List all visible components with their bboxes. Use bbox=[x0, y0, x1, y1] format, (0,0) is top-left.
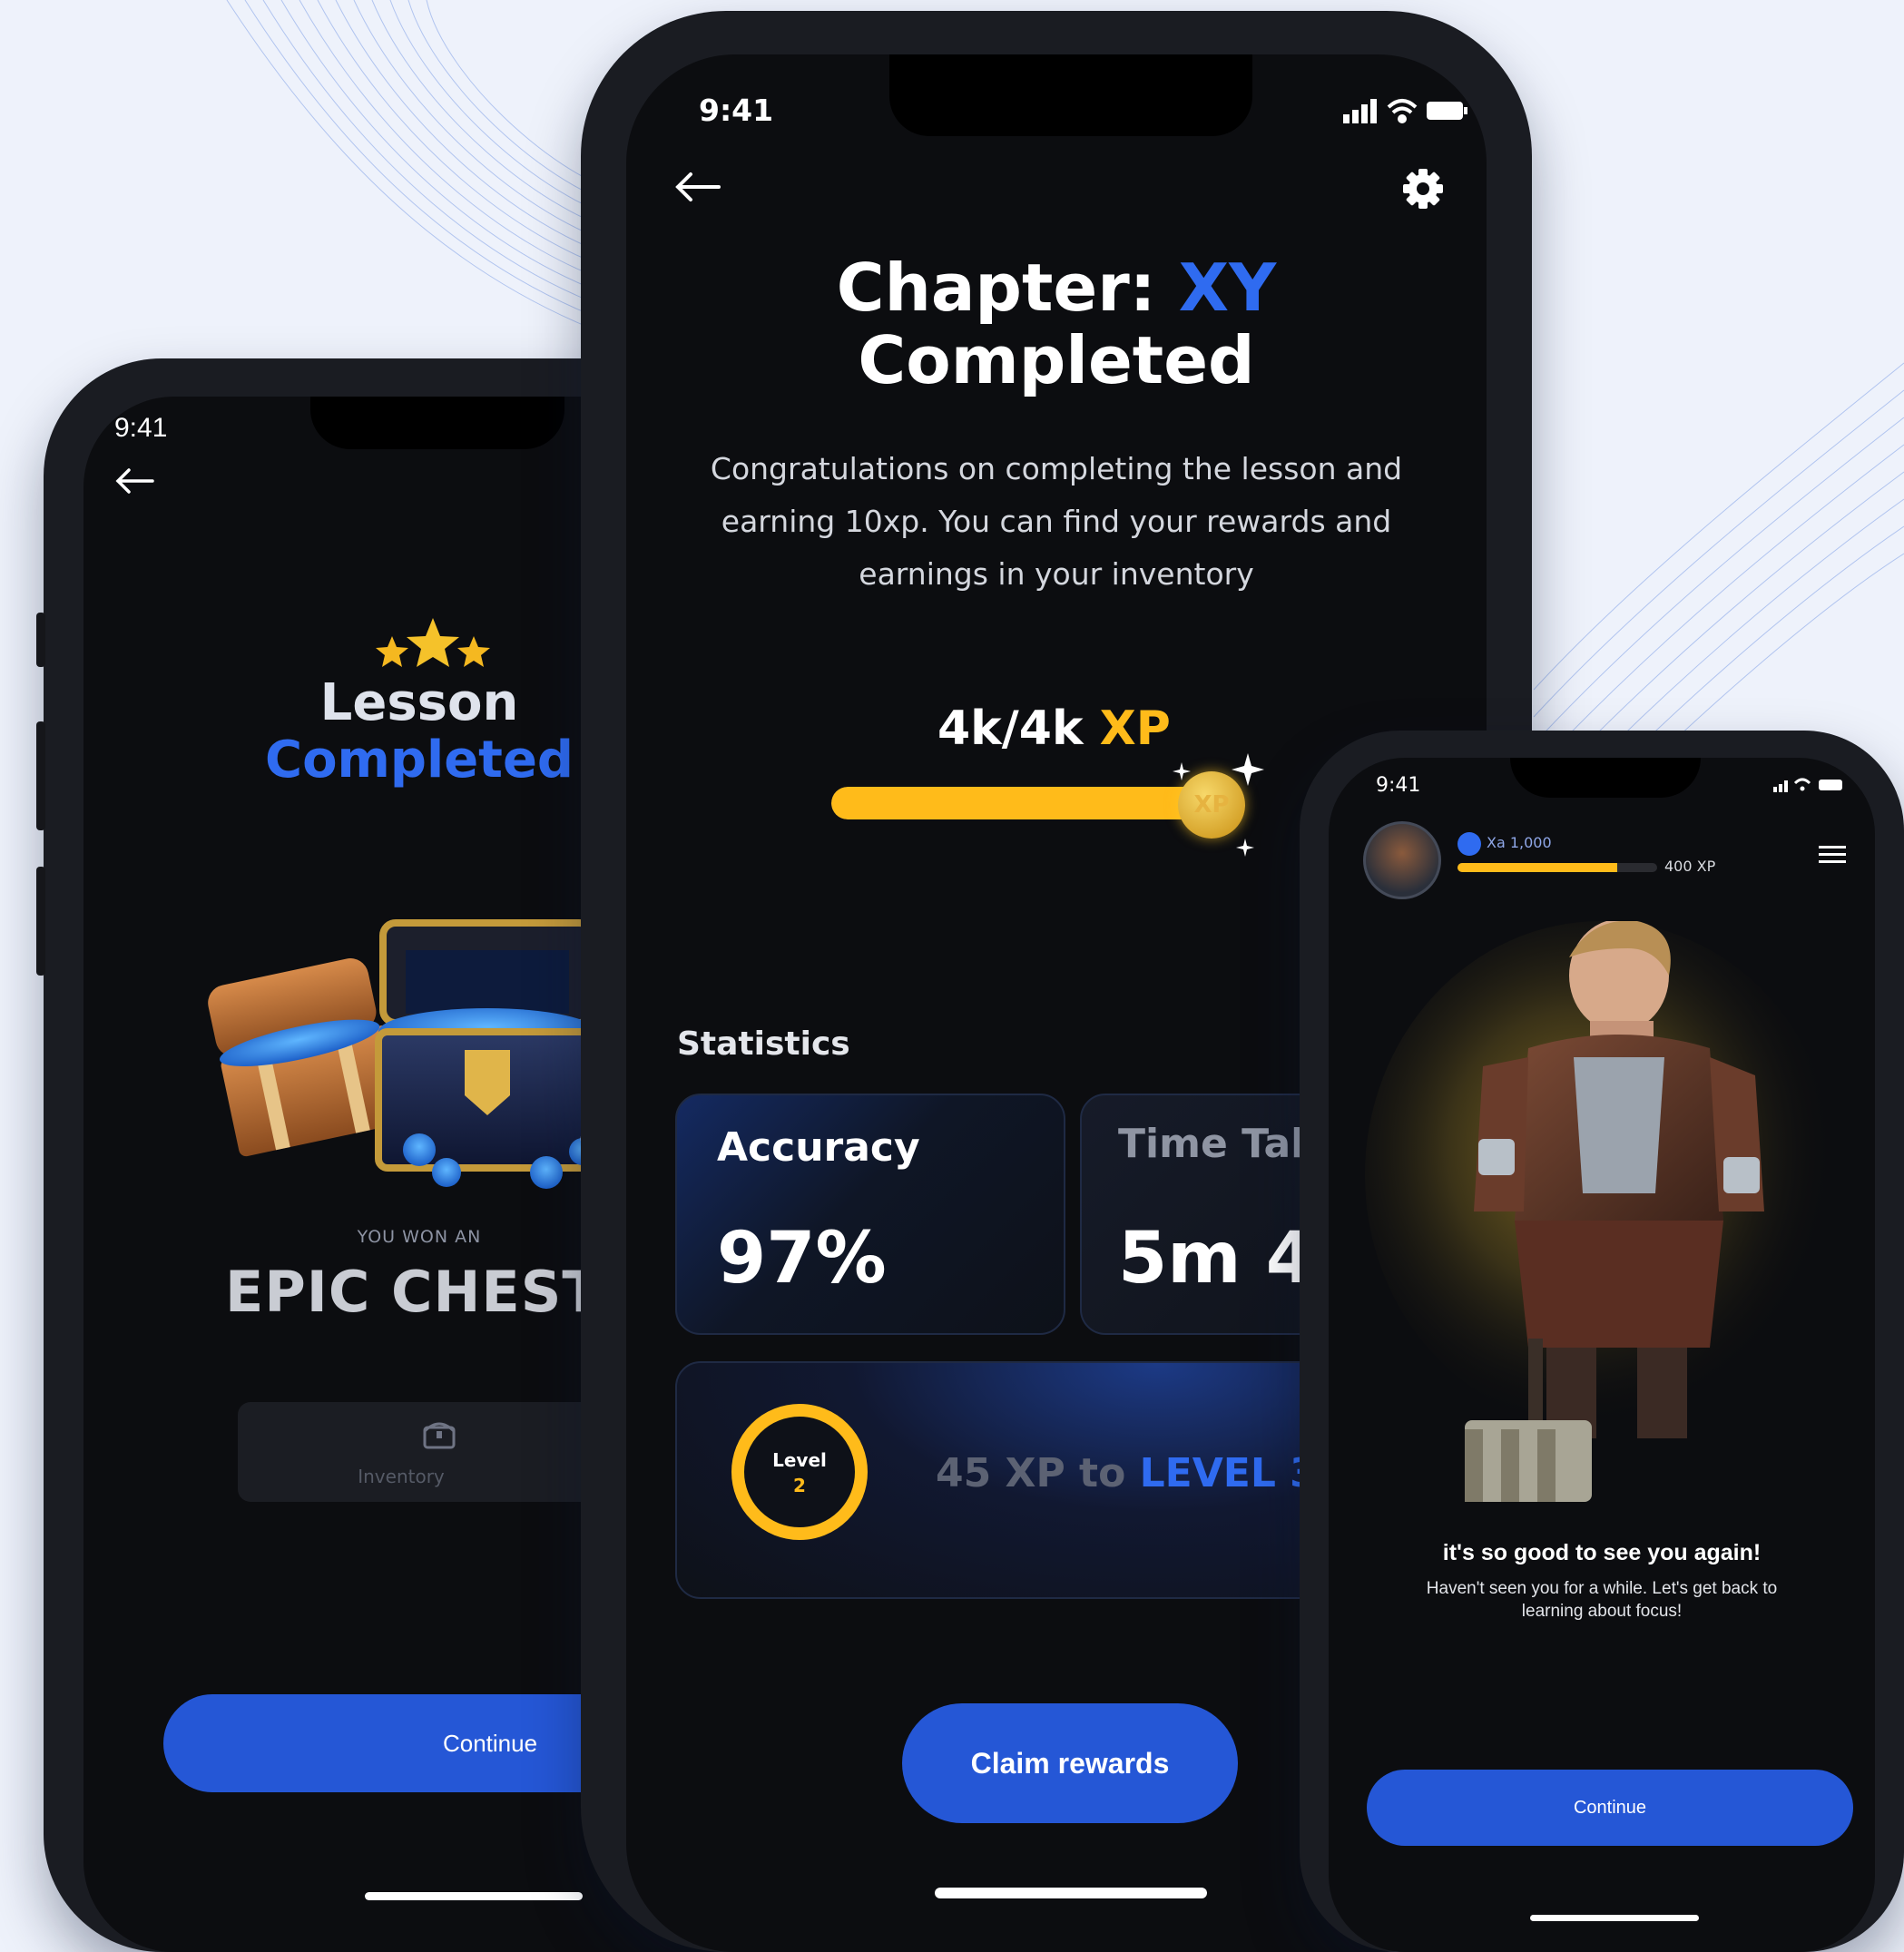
back-arrow-icon[interactable] bbox=[114, 467, 154, 495]
message-line1: Haven't seen you for a while. Let's get … bbox=[1426, 1579, 1778, 1598]
level-progress-text: 45 XP to LEVEL 3 bbox=[936, 1450, 1318, 1496]
xp-bar-track bbox=[1457, 863, 1657, 872]
level-ring: Level 2 bbox=[731, 1404, 868, 1540]
continue-button[interactable]: Continue bbox=[1367, 1770, 1853, 1846]
inventory-label: Inventory bbox=[358, 1466, 445, 1487]
chapter-title-highlight: XY bbox=[1178, 250, 1277, 326]
status-time: 9:41 bbox=[114, 413, 168, 443]
battery-icon bbox=[1427, 102, 1467, 120]
message-line2: learning about focus! bbox=[1521, 1602, 1683, 1621]
status-icons bbox=[1773, 778, 1842, 792]
home-indicator bbox=[935, 1888, 1207, 1898]
chest-icon bbox=[423, 1422, 456, 1449]
accuracy-card: Accuracy 97% bbox=[675, 1094, 1065, 1335]
hammer-image bbox=[1465, 1339, 1592, 1502]
xp-unit: XP bbox=[1099, 701, 1171, 756]
prize-name: EPIC CHEST bbox=[225, 1259, 602, 1325]
signal-icon bbox=[1343, 99, 1377, 123]
level-label: Level bbox=[772, 1449, 827, 1471]
avatar[interactable] bbox=[1363, 821, 1441, 899]
level-target: LEVEL 3 bbox=[1139, 1450, 1318, 1496]
right-phone-screen: 9:41 Xa 1,000 400 XP it's so good to see… bbox=[1329, 758, 1875, 1952]
settings-gear-icon[interactable] bbox=[1401, 167, 1445, 211]
xp-label: 400 XP bbox=[1664, 858, 1716, 875]
chapter-title-line2: Completed bbox=[858, 322, 1255, 398]
accuracy-label: Accuracy bbox=[717, 1124, 920, 1171]
xp-bar-fill bbox=[1457, 863, 1617, 872]
status-time: 9:41 bbox=[1376, 774, 1421, 797]
statistics-label: Statistics bbox=[677, 1025, 850, 1063]
time-taken-value: 5m 4 bbox=[1118, 1218, 1315, 1300]
notch bbox=[889, 54, 1252, 136]
xp-value: 4k/4k bbox=[937, 701, 1100, 756]
greeting: it's so good to see you again! bbox=[1442, 1540, 1762, 1565]
wifi-icon bbox=[1387, 99, 1418, 123]
xp-progress-track bbox=[831, 787, 1203, 819]
stars-icon bbox=[376, 618, 490, 667]
chapter-title: Chapter: XY bbox=[626, 250, 1487, 326]
notch bbox=[310, 397, 564, 449]
level-number: 2 bbox=[793, 1475, 806, 1496]
message-line3: earnings in your inventory bbox=[859, 556, 1254, 592]
chapter-title-prefix: Chapter: bbox=[836, 250, 1179, 326]
notch bbox=[1510, 758, 1701, 798]
accuracy-value: 97% bbox=[717, 1218, 887, 1300]
sparkle-icon bbox=[1173, 753, 1264, 857]
level-prefix: 45 XP to bbox=[936, 1450, 1140, 1496]
claim-rewards-button[interactable]: Claim rewards bbox=[902, 1703, 1238, 1823]
status-time: 9:41 bbox=[699, 93, 774, 128]
player-tag: Xa 1,000 bbox=[1487, 834, 1552, 851]
message-line1: Congratulations on completing the lesson… bbox=[710, 451, 1403, 486]
inventory-button[interactable]: Inventory bbox=[238, 1402, 637, 1502]
xp-progress-fill bbox=[831, 787, 1203, 819]
home-indicator bbox=[365, 1892, 583, 1900]
status-icons bbox=[1343, 99, 1467, 123]
right-phone: 9:41 Xa 1,000 400 XP it's so good to see… bbox=[1300, 731, 1904, 1952]
player-badge-dot bbox=[1457, 832, 1481, 856]
home-indicator bbox=[1530, 1915, 1699, 1921]
menu-icon[interactable] bbox=[1819, 845, 1846, 865]
xp-total: 4k/4k XP bbox=[937, 701, 1171, 756]
back-arrow-icon[interactable] bbox=[673, 171, 721, 203]
message-line2: earning 10xp. You can find your rewards … bbox=[721, 504, 1392, 539]
